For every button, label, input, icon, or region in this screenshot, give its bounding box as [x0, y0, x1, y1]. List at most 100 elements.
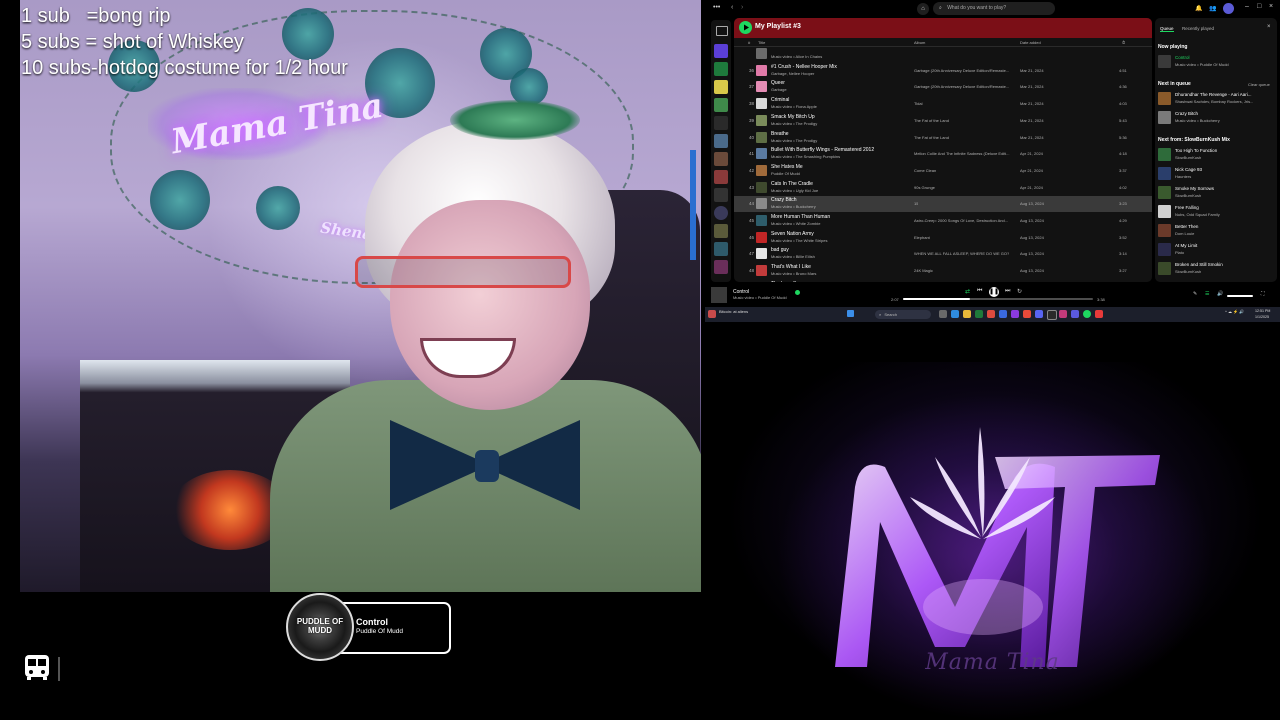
- queue-item[interactable]: Nick Cage 93 Haunters: [1158, 166, 1273, 182]
- minimize-icon[interactable]: –: [1245, 3, 1249, 10]
- track-row[interactable]: 49The Lazy Song: [734, 280, 1152, 282]
- track-artist[interactable]: Garbage, Nellee Hooper: [771, 71, 814, 76]
- queue-item[interactable]: Dhurandhar The Revenge - Aari Aari... Sha…: [1158, 91, 1273, 107]
- tab-recently-played[interactable]: Recently played: [1182, 26, 1214, 31]
- store-icon[interactable]: [999, 310, 1007, 318]
- app-icon[interactable]: [1095, 310, 1103, 318]
- discord-icon[interactable]: [1035, 310, 1043, 318]
- track-album[interactable]: Garbage (20th Anniversary Deluxe Edition…: [914, 84, 1009, 89]
- track-title[interactable]: Criminal: [771, 97, 789, 103]
- player-art[interactable]: [711, 287, 727, 303]
- track-album[interactable]: Garbage (20th Anniversary Deluxe Edition…: [914, 68, 1009, 73]
- track-album[interactable]: 24K Magic: [914, 268, 933, 273]
- track-artist[interactable]: Music video • The Prodigy: [771, 121, 817, 126]
- track-title[interactable]: Crazy Bitch: [771, 197, 797, 203]
- obs-icon[interactable]: [1047, 310, 1057, 320]
- volume-icon[interactable]: 🔊: [1217, 291, 1223, 297]
- next-icon[interactable]: ⏭: [1005, 288, 1010, 295]
- clock-date[interactable]: 1/1/2025: [1255, 315, 1269, 319]
- playlist-thumb[interactable]: [714, 80, 728, 94]
- spotify-icon[interactable]: [1083, 310, 1091, 318]
- queue-item[interactable]: Too High To Function SlowBurnKush: [1158, 147, 1273, 163]
- queue-icon[interactable]: ☰: [1205, 291, 1209, 297]
- track-title[interactable]: Cats In The Cradle: [771, 181, 813, 187]
- playlist-thumb[interactable]: [714, 62, 728, 76]
- shuffle-icon[interactable]: ⇄: [965, 288, 970, 295]
- track-row[interactable]: 39 Smack My Bitch Up Music video • The Pro…: [734, 113, 1152, 129]
- track-row[interactable]: 47 bad guy Music video • Billie Eilish WHEN…: [734, 246, 1152, 262]
- track-row[interactable]: 43 Cats In The Cradle Music video • Ugly K…: [734, 180, 1152, 196]
- player-artist[interactable]: Music video • Puddle Of Mudd: [733, 295, 787, 300]
- track-album[interactable]: Elephant: [914, 235, 930, 240]
- track-artist[interactable]: Music video • Alice In Chains: [771, 54, 822, 59]
- col-date[interactable]: Date added: [1020, 40, 1041, 45]
- clear-queue-button[interactable]: Clear queue: [1248, 82, 1270, 87]
- track-title[interactable]: Smack My Bitch Up: [771, 114, 815, 120]
- track-album[interactable]: Come Clean: [914, 168, 936, 173]
- track-artist[interactable]: Garbage: [771, 87, 787, 92]
- track-title[interactable]: Queer: [771, 80, 785, 86]
- lyrics-icon[interactable]: ✎: [1193, 291, 1197, 297]
- playlist-thumb[interactable]: [714, 98, 728, 112]
- queue-item[interactable]: Smoke My Sorrows SlowBurnKush: [1158, 185, 1273, 201]
- track-album[interactable]: Mellon Collie And The Infinite Sadness (…: [914, 151, 1010, 156]
- track-row[interactable]: Music video • Alice In Chains: [734, 46, 1152, 62]
- queue-close-icon[interactable]: ×: [1267, 24, 1271, 30]
- track-album[interactable]: Tidal: [914, 101, 923, 106]
- edge-icon[interactable]: [951, 310, 959, 318]
- track-album[interactable]: Astro-Creep: 2000 Songs Of Love, Destruc…: [914, 218, 1008, 223]
- queue-item[interactable]: Free Falling Nubs, Odd Squad Family: [1158, 204, 1273, 220]
- bell-icon[interactable]: 🔔: [1195, 5, 1202, 12]
- file-explorer-icon[interactable]: [963, 310, 971, 318]
- library-icon[interactable]: [716, 26, 728, 36]
- track-album[interactable]: The Fat of the Land: [914, 118, 949, 123]
- track-artist[interactable]: Music video • The Prodigy: [771, 138, 817, 143]
- track-title[interactable]: More Human Than Human: [771, 214, 830, 220]
- track-title[interactable]: That's What I Like: [771, 264, 811, 270]
- task-view-icon[interactable]: [939, 310, 947, 318]
- track-title[interactable]: Breathe: [771, 131, 789, 137]
- brave-icon[interactable]: [1023, 310, 1031, 318]
- track-artist[interactable]: Music video • Ugly Kid Joe: [771, 188, 818, 193]
- track-artist[interactable]: Music video • The Smashing Pumpkins: [771, 154, 840, 159]
- track-row[interactable]: 36 #1 Crush - Nellee Hooper Mix Garbage, N…: [734, 63, 1152, 79]
- playlist-thumb[interactable]: [714, 242, 728, 256]
- track-album[interactable]: 15: [914, 201, 918, 206]
- queue-item[interactable]: At My Limit Plato: [1158, 242, 1273, 258]
- track-row[interactable]: 41 Bullet With Butterfly Wings - Remaster…: [734, 146, 1152, 162]
- volume-slider[interactable]: [1227, 295, 1253, 297]
- tab-queue[interactable]: Queue: [1160, 26, 1174, 32]
- col-album[interactable]: Album: [914, 40, 925, 45]
- track-artist[interactable]: Music video • Billie Eilish: [771, 254, 815, 259]
- track-title[interactable]: She Hates Me: [771, 164, 803, 170]
- previous-icon[interactable]: ⏮: [977, 288, 982, 295]
- avatar[interactable]: [1223, 3, 1234, 14]
- repeat-icon[interactable]: ↻: [1017, 288, 1022, 295]
- fullscreen-icon[interactable]: ⛶: [1261, 291, 1265, 297]
- queue-item[interactable]: Crazy Bitch Music video • Buckcherry: [1158, 110, 1273, 126]
- widget-label[interactable]: Bitcoin: at aliens: [719, 309, 748, 314]
- friends-icon[interactable]: 👥: [1209, 5, 1216, 12]
- twitch-icon[interactable]: [1011, 310, 1019, 318]
- playlist-thumb[interactable]: [714, 152, 728, 166]
- track-row[interactable]: 37 Queer Garbage Garbage (20th Anniversary …: [734, 79, 1152, 95]
- track-row[interactable]: 48 That's What I Like Music video • Bruno …: [734, 263, 1152, 279]
- track-artist[interactable]: Puddle Of Mudd: [771, 171, 800, 176]
- saved-check-icon[interactable]: [795, 290, 800, 295]
- back-icon[interactable]: ‹: [731, 4, 733, 11]
- track-row[interactable]: 45 More Human Than Human Music video • Whi…: [734, 213, 1152, 229]
- queue-item[interactable]: Better Then Dom Louie: [1158, 223, 1273, 239]
- queue-now-playing[interactable]: Control Music video • Puddle Of Mudd: [1158, 54, 1273, 70]
- maximize-icon[interactable]: □: [1257, 3, 1261, 10]
- track-title[interactable]: The Lazy Song: [771, 281, 805, 282]
- home-icon[interactable]: ⌂: [917, 3, 929, 15]
- xbox-icon[interactable]: [975, 310, 983, 318]
- track-title[interactable]: bad guy: [771, 247, 789, 253]
- play-button[interactable]: [739, 21, 752, 34]
- close-icon[interactable]: ×: [1269, 3, 1273, 10]
- taskbar-search[interactable]: ⌕ Search: [875, 310, 931, 319]
- playlist-thumb[interactable]: [714, 134, 728, 148]
- track-artist[interactable]: Music video • Buckcherry: [771, 204, 816, 209]
- app-icon[interactable]: [1059, 310, 1067, 318]
- windows-start-icon[interactable]: [847, 310, 854, 317]
